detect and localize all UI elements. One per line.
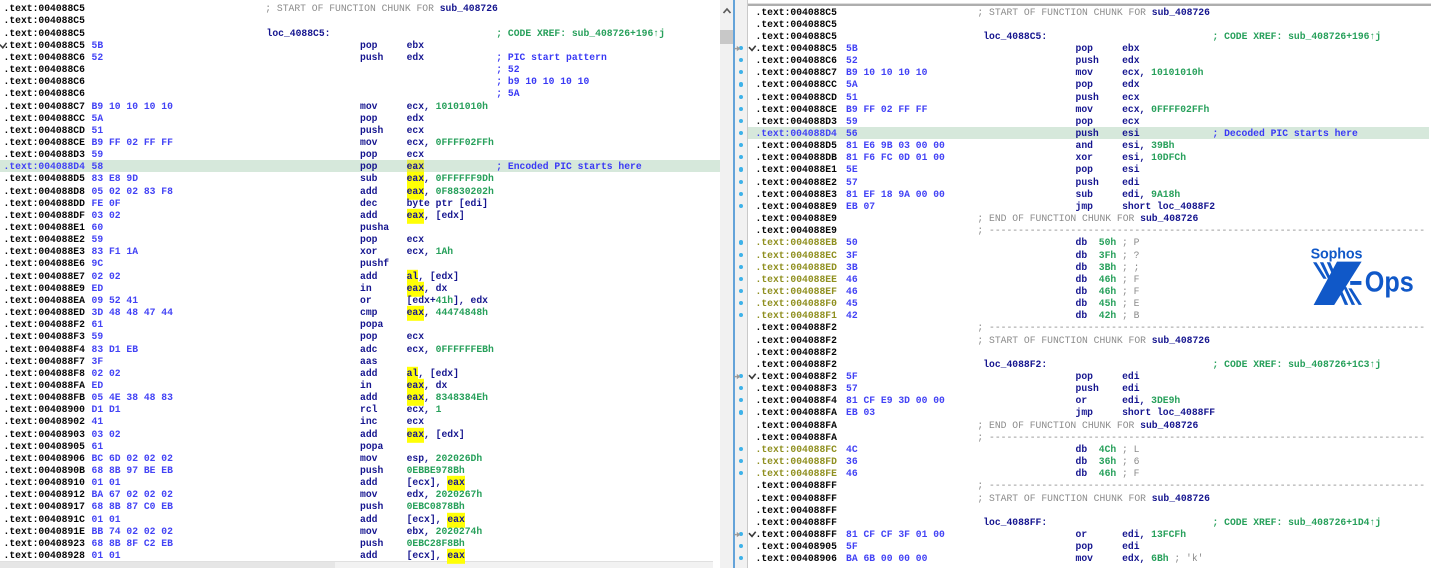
svg-text:Sophos: Sophos [1311, 246, 1363, 262]
svg-text:Ops: Ops [1365, 266, 1414, 298]
